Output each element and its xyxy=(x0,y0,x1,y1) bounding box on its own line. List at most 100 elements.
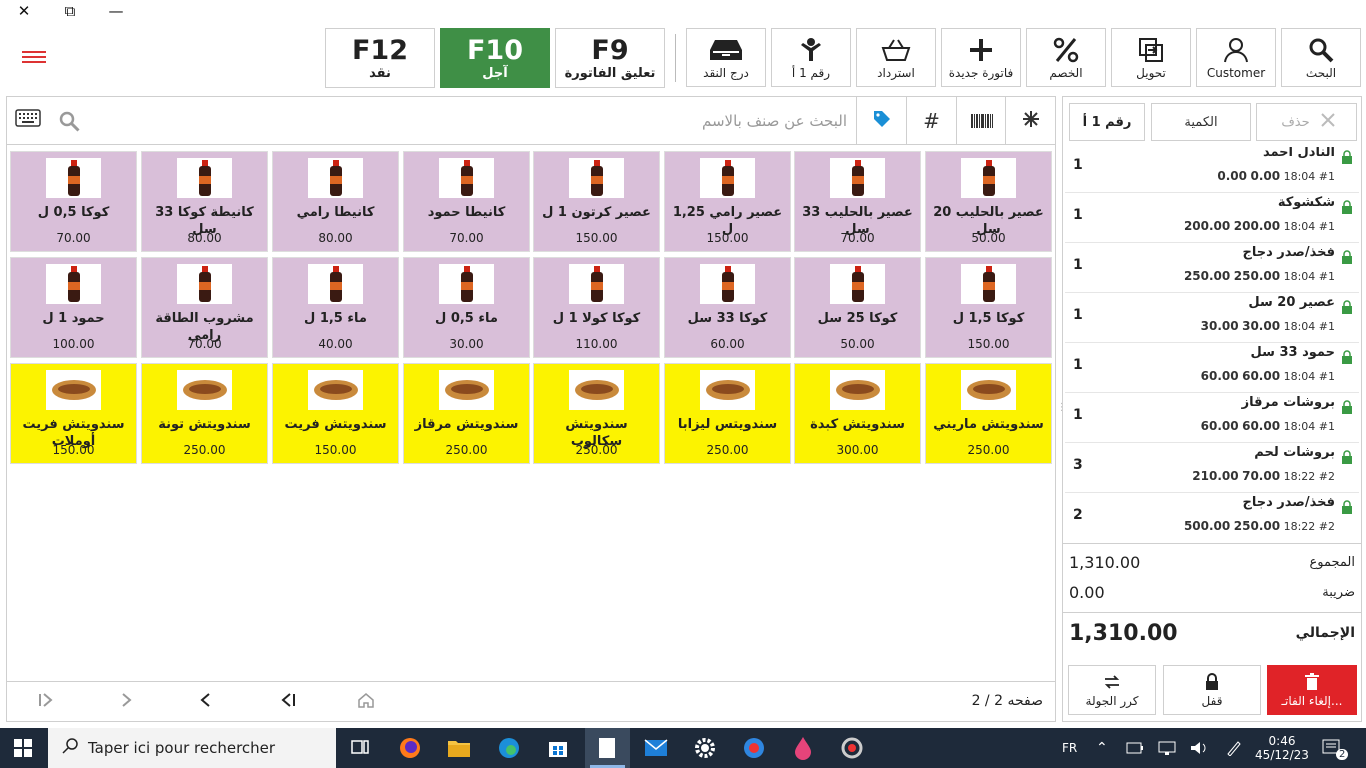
order-line[interactable]: 1 فخذ/صدر دجاج #1 18:04 250.00 250.00 xyxy=(1065,243,1359,293)
asterisk-icon xyxy=(1022,109,1040,133)
product-tile[interactable]: سندويتش كبدة 300.00 xyxy=(794,363,921,464)
code-filter-button[interactable]: # xyxy=(906,97,956,145)
last-page-button[interactable] xyxy=(31,688,61,716)
close-window-button[interactable]: ✕ xyxy=(4,0,44,22)
product-image xyxy=(46,264,101,304)
panel-resize-handle[interactable]: ⋮ xyxy=(1057,402,1067,416)
product-tile[interactable]: سندويتش ماريني 250.00 xyxy=(925,363,1052,464)
order-line[interactable]: 1 شكشوكة #1 18:04 200.00 200.00 xyxy=(1065,193,1359,243)
battery-icon[interactable] xyxy=(1126,728,1144,768)
product-tile[interactable]: عصير بالحليب 20 سل 50.00 xyxy=(925,151,1052,252)
product-tile[interactable]: سندويتش فريت 150.00 xyxy=(272,363,399,464)
windows-start-icon[interactable] xyxy=(14,739,32,761)
tag-filter-button[interactable] xyxy=(856,97,906,145)
order-line[interactable]: 1 بروشات مرقاز #1 18:04 60.00 60.00 xyxy=(1065,393,1359,443)
product-tile[interactable]: كانيطة كوكا 33 سل 80.00 xyxy=(141,151,268,252)
order-line-name: فخذ/صدر دجاج xyxy=(1242,495,1335,510)
order-line[interactable]: 2 فخذ/صدر دجاج #2 18:22 250.00 500.00 xyxy=(1065,493,1359,541)
cancel-invoice-button[interactable]: إلغاء الفاتـ... xyxy=(1267,665,1357,715)
prev-page-button[interactable] xyxy=(191,688,221,716)
customer-label: Customer xyxy=(1206,65,1266,80)
order-line-total: 500.00 xyxy=(1183,519,1231,533)
edge-icon[interactable] xyxy=(497,736,521,760)
refund-button[interactable]: استرداد xyxy=(856,28,936,87)
seat-number-button[interactable]: رقم 1 أ xyxy=(771,28,851,87)
product-tile[interactable]: حمود 1 ل 100.00 xyxy=(10,257,137,358)
product-tile[interactable]: ماء 1,5 ل 40.00 xyxy=(272,257,399,358)
notepad-icon[interactable] xyxy=(595,736,619,760)
order-line[interactable]: 1 النادل احمد #1 18:04 0.00 0.00 xyxy=(1065,147,1359,193)
f10-credit-button[interactable]: F10 آجل xyxy=(440,28,550,88)
product-tile[interactable]: عصير كرتون 1 ل 150.00 xyxy=(533,151,660,252)
clock-date: 45/12/23 xyxy=(1255,748,1309,762)
product-tile[interactable]: ماء 0,5 ل 30.00 xyxy=(403,257,530,358)
order-line[interactable]: 1 حمود 33 سل #1 18:04 60.00 60.00 xyxy=(1065,343,1359,393)
order-line[interactable]: 1 عصير 20 سل #1 18:04 30.00 30.00 xyxy=(1065,293,1359,343)
clock[interactable]: 0:46 45/12/23 xyxy=(1255,728,1309,768)
f12-label: نقد xyxy=(369,65,391,81)
subtotal-value: 1,310.00 xyxy=(1069,553,1141,572)
paint-drop-icon[interactable] xyxy=(791,736,815,760)
product-tile[interactable]: كانيطا حمود 70.00 xyxy=(403,151,530,252)
order-line[interactable]: 3 بروشات لحم #2 18:22 70.00 210.00 xyxy=(1065,443,1359,493)
f9-hold-invoice-button[interactable]: F9 تعليق الفاتورة xyxy=(555,28,665,88)
customer-icon xyxy=(1223,36,1249,64)
repeat-round-button[interactable]: كرر الجولة xyxy=(1068,665,1156,715)
pen-icon[interactable] xyxy=(1226,728,1242,768)
transfer-button[interactable]: تحويل xyxy=(1111,28,1191,87)
order-line-qty: 1 xyxy=(1073,157,1083,173)
app-globe-icon[interactable] xyxy=(742,736,766,760)
product-tile[interactable]: عصير رامي 1,25 ل 150.00 xyxy=(664,151,791,252)
product-name: كوكا كولا 1 ل xyxy=(552,311,641,326)
firefox-icon[interactable] xyxy=(398,736,422,760)
f12-cash-button[interactable]: F12 نقد xyxy=(325,28,435,88)
product-tile[interactable]: سندويتش فريت أوملات 150.00 xyxy=(10,363,137,464)
lock-icon xyxy=(1204,672,1220,694)
product-tile[interactable]: سندويتش سكالوب 250.00 xyxy=(533,363,660,464)
product-tile[interactable]: كوكا كولا 1 ل 110.00 xyxy=(533,257,660,358)
lock-button[interactable]: قفل xyxy=(1163,665,1261,715)
first-page-button[interactable] xyxy=(273,688,303,716)
taskbar-search-box[interactable]: Taper ici pour rechercher xyxy=(48,728,336,768)
restore-window-button[interactable]: ⧉ xyxy=(50,0,90,22)
network-icon[interactable] xyxy=(1158,728,1176,768)
quantity-button[interactable]: الكمية xyxy=(1151,103,1251,141)
product-tile[interactable]: سندويتش تونة 250.00 xyxy=(141,363,268,464)
product-search-input[interactable] xyxy=(97,105,847,137)
product-tile[interactable]: سندويتس ليزابا 250.00 xyxy=(664,363,791,464)
tax-label: ضريبة xyxy=(1322,585,1355,600)
pos-app-icon[interactable] xyxy=(840,736,864,760)
delete-button[interactable]: حذف xyxy=(1256,103,1357,141)
all-filter-button[interactable] xyxy=(1005,97,1055,145)
cash-drawer-button[interactable]: درج النقد xyxy=(686,28,766,87)
language-indicator[interactable]: FR xyxy=(1062,728,1077,768)
product-tile[interactable]: كوكا 25 سل 50.00 xyxy=(794,257,921,358)
seat-number-tab[interactable]: رقم 1 أ xyxy=(1069,103,1145,141)
product-tile[interactable]: عصير بالحليب 33 سل 70.00 xyxy=(794,151,921,252)
volume-icon[interactable] xyxy=(1190,728,1208,768)
notification-count-badge: 2 xyxy=(1336,748,1349,760)
product-tile[interactable]: سندويتش مرقاز 250.00 xyxy=(403,363,530,464)
keyboard-icon[interactable] xyxy=(15,109,41,131)
search-button[interactable]: البحث xyxy=(1281,28,1361,87)
settings-gear-icon[interactable] xyxy=(693,736,717,760)
barcode-filter-button[interactable] xyxy=(956,97,1006,145)
product-tile[interactable]: كوكا 1,5 ل 150.00 xyxy=(925,257,1052,358)
minimize-window-button[interactable]: — xyxy=(96,0,136,22)
tray-chevron-icon[interactable]: ⌃ xyxy=(1096,728,1108,768)
product-tile[interactable]: كوكا 33 سل 60.00 xyxy=(664,257,791,358)
task-view-icon[interactable] xyxy=(348,736,372,760)
product-tile[interactable]: كوكا 0,5 ل 70.00 xyxy=(10,151,137,252)
notification-center-icon[interactable]: 2 xyxy=(1322,728,1354,768)
store-icon[interactable] xyxy=(546,736,570,760)
next-page-button[interactable] xyxy=(111,688,141,716)
discount-button[interactable]: الخصم xyxy=(1026,28,1106,87)
product-tile[interactable]: كانيطا رامي 80.00 xyxy=(272,151,399,252)
mail-icon[interactable] xyxy=(644,736,668,760)
new-invoice-button[interactable]: فاتورة جديدة xyxy=(941,28,1021,87)
customer-button[interactable]: Customer xyxy=(1196,28,1276,87)
menu-hamburger-button[interactable] xyxy=(22,48,46,68)
product-tile[interactable]: مشروب الطاقة رامي 70.00 xyxy=(141,257,268,358)
home-button[interactable] xyxy=(351,688,381,716)
file-explorer-icon[interactable] xyxy=(447,736,471,760)
